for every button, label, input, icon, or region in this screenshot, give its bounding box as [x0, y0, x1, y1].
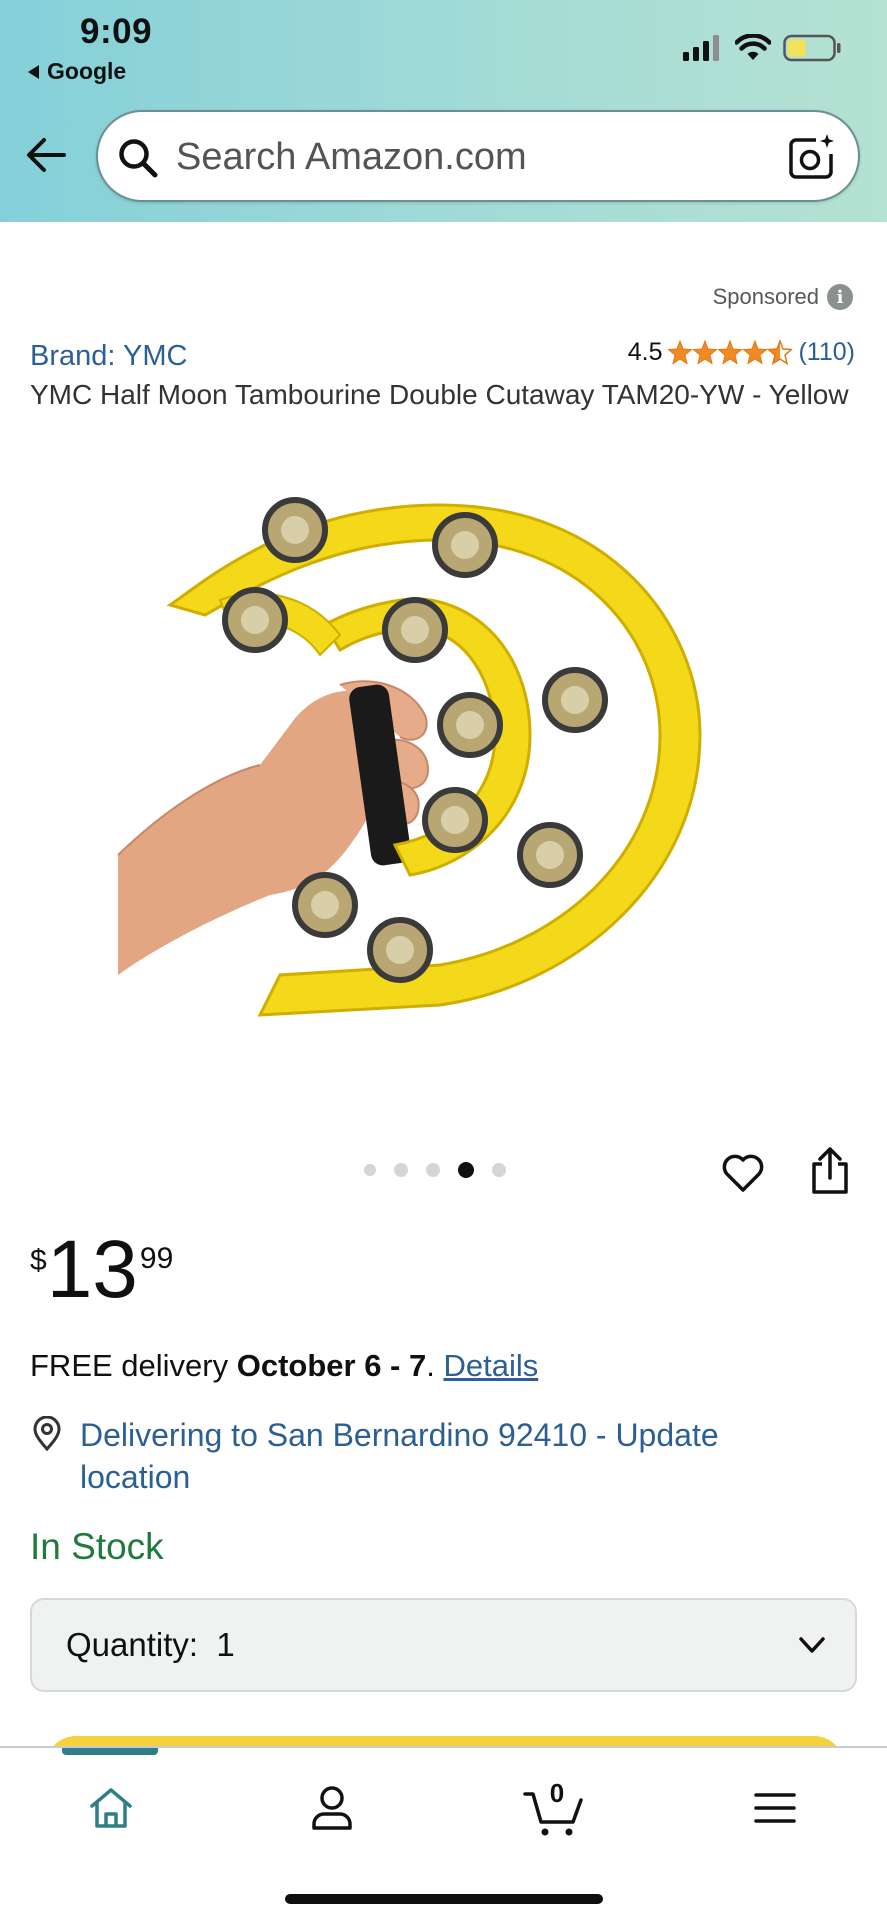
back-app-label: Google	[47, 58, 127, 84]
carousel-dot[interactable]	[426, 1163, 440, 1177]
carousel-dot[interactable]	[364, 1164, 376, 1176]
carousel-dot[interactable]	[492, 1163, 506, 1177]
status-time: 9:09	[80, 12, 153, 51]
back-to-app-link[interactable]: Google	[28, 58, 126, 85]
location-pin-icon	[33, 1416, 61, 1452]
heart-icon[interactable]	[720, 1150, 766, 1196]
hamburger-menu-icon	[754, 1793, 796, 1823]
cellular-signal-icon	[683, 35, 719, 61]
price: $ 13 99	[30, 1224, 174, 1315]
quantity-label: Quantity: 1	[66, 1626, 235, 1663]
delivery-separator: .	[426, 1348, 444, 1383]
wifi-icon	[735, 34, 771, 60]
product-image[interactable]	[110, 475, 770, 1075]
header: 9:09 Google Search Amazon.com	[0, 0, 887, 222]
tab-menu[interactable]	[743, 1776, 807, 1840]
delivery-info: FREE delivery October 6 - 7. Details	[30, 1348, 538, 1384]
search-input[interactable]: Search Amazon.com	[176, 136, 527, 179]
review-count: (110)	[798, 338, 855, 366]
share-icon[interactable]	[808, 1146, 852, 1196]
price-whole: 13	[46, 1224, 138, 1315]
image-carousel-dots[interactable]	[364, 1162, 506, 1178]
quantity-select[interactable]: Quantity: 1	[30, 1598, 857, 1692]
camera-search-icon[interactable]	[786, 132, 836, 182]
bottom-tab-bar: 0	[0, 1746, 887, 1920]
cart-count: 0	[550, 1778, 564, 1808]
location-text[interactable]: Delivering to San Bernardino 92410 - Upd…	[80, 1414, 820, 1498]
home-icon	[90, 1788, 132, 1828]
person-icon	[312, 1786, 352, 1830]
star-rating-icon	[668, 339, 793, 366]
price-currency: $	[30, 1244, 47, 1277]
product-title: YMC Half Moon Tambourine Double Cutaway …	[30, 379, 849, 410]
tab-cart[interactable]: 0	[520, 1776, 590, 1840]
tab-account[interactable]	[300, 1776, 364, 1840]
delivery-dates: October 6 - 7	[236, 1348, 427, 1383]
chevron-down-icon	[799, 1637, 825, 1653]
rating-value: 4.5	[627, 338, 663, 366]
rating[interactable]: 4.5 (110)	[628, 338, 855, 367]
sponsored-text: Sponsored	[712, 284, 819, 309]
status-icons	[683, 34, 841, 62]
brand-link[interactable]: Brand: YMC	[30, 340, 187, 373]
delivery-prefix: FREE delivery	[30, 1348, 237, 1383]
price-fraction: 99	[139, 1242, 174, 1275]
carousel-dot[interactable]	[394, 1163, 408, 1177]
back-arrow-icon[interactable]	[24, 132, 70, 178]
cart-icon: 0	[523, 1778, 583, 1836]
sponsored-label[interactable]: Sponsored i	[713, 284, 853, 310]
quantity-value: 1	[216, 1626, 235, 1663]
home-indicator	[285, 1894, 603, 1904]
carousel-dot-active[interactable]	[458, 1162, 474, 1178]
info-icon: i	[827, 284, 853, 310]
delivery-details-link[interactable]: Details	[443, 1348, 538, 1383]
search-icon	[119, 139, 158, 178]
delivery-location[interactable]: Delivering to San Bernardino 92410 - Upd…	[30, 1414, 820, 1498]
battery-icon	[783, 34, 841, 62]
search-bar[interactable]: Search Amazon.com	[96, 110, 860, 202]
active-tab-indicator	[62, 1748, 158, 1755]
stock-status: In Stock	[30, 1526, 164, 1567]
product-page: 9:09 Google Search Amazon.com Sponsored …	[0, 0, 887, 1920]
tab-home[interactable]	[79, 1776, 143, 1840]
back-triangle-icon	[28, 64, 39, 79]
